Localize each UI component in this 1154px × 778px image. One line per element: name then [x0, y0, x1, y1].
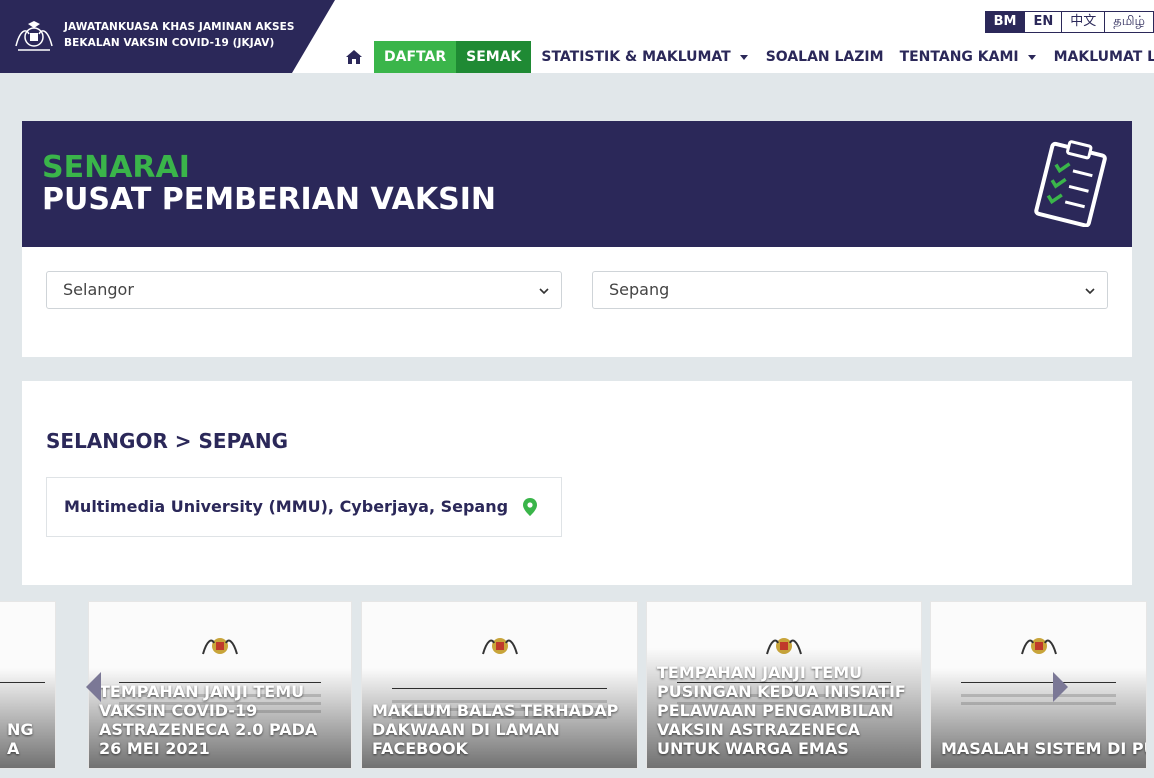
malaysia-crest-icon — [15, 21, 53, 51]
card-caption: TEMPAHAN JANJI TEMU VAKSIN COVID-19 ASTR… — [99, 682, 318, 758]
nav-soalan-lazim[interactable]: SOALAN LAZIM — [766, 49, 890, 65]
breadcrumb: SELANGOR > SEPANG — [46, 429, 289, 453]
nav-maklumat-label: MAKLUMAT LAIN — [1053, 49, 1154, 65]
location-name: Multimedia University (MMU), Cyberjaya, … — [64, 497, 509, 516]
home-icon — [346, 50, 362, 64]
card-caption: TEMPAHAN JANJI TEMU PUSINGAN KEDUA INISI… — [657, 663, 906, 758]
nav-tentang-label: TENTANG KAMI — [899, 49, 1019, 65]
daftar-button[interactable]: DAFTAR — [374, 41, 457, 73]
chevron-down-icon — [1085, 288, 1095, 295]
nav-statistik[interactable]: STATISTIK & MAKLUMAT — [541, 49, 755, 65]
card-caption: MAKLUM BALAS TERHADAP DAKWAAN DI LAMAN F… — [372, 701, 619, 758]
language-switcher: BM EN 中文 தமிழ் — [984, 11, 1154, 33]
brand-line-2: BEKALAN VAKSIN COVID-19 (JKJAV) — [64, 37, 275, 49]
lang-zh-button[interactable]: 中文 — [1062, 11, 1106, 33]
map-pin-icon[interactable] — [523, 498, 537, 516]
site-header: JAWATANKUASA KHAS JAMINAN AKSES BEKALAN … — [0, 0, 1154, 73]
carousel-prev-arrow-icon[interactable] — [86, 672, 101, 702]
chevron-down-icon — [539, 288, 549, 295]
lang-bm-button[interactable]: BM — [984, 11, 1026, 33]
caret-down-icon — [1027, 54, 1036, 60]
banner-title-pusat: PUSAT PEMBERIAN VAKSIN — [42, 182, 496, 217]
nav-statistik-label: STATISTIK & MAKLUMAT — [541, 49, 731, 65]
news-card[interactable]: TEMPAHAN JANJI TEMU PUSINGAN KEDUA INISI… — [646, 601, 922, 769]
district-select-value: Sepang — [609, 280, 670, 299]
card-caption: NG A — [7, 720, 34, 758]
caret-down-icon — [739, 54, 748, 60]
location-card[interactable]: Multimedia University (MMU), Cyberjaya, … — [46, 477, 562, 537]
news-card[interactable]: NG A — [0, 601, 56, 769]
lang-en-button[interactable]: EN — [1025, 11, 1063, 33]
results-panel: SELANGOR > SEPANG Multimedia University … — [22, 381, 1132, 585]
main-nav: DAFTAR SEMAK STATISTIK & MAKLUMAT SOALAN… — [342, 41, 1154, 73]
clipboard-checklist-icon — [1034, 140, 1107, 227]
nav-tentang-kami[interactable]: TENTANG KAMI — [900, 49, 1044, 65]
news-card[interactable]: MASALAH SISTEM DI PUSAT PEMBERIAN VAKSIN… — [930, 601, 1147, 769]
filter-panel: Selangor Sepang — [22, 247, 1132, 357]
news-card[interactable]: TEMPAHAN JANJI TEMU VAKSIN COVID-19 ASTR… — [88, 601, 352, 769]
brand-title: JAWATANKUASA KHAS JAMINAN AKSES BEKALAN … — [64, 19, 294, 51]
lang-ta-button[interactable]: தமிழ் — [1105, 11, 1154, 33]
state-select[interactable]: Selangor — [46, 271, 562, 309]
brand-line-1: JAWATANKUASA KHAS JAMINAN AKSES — [64, 21, 295, 33]
page-banner: SENARAI PUSAT PEMBERIAN VAKSIN — [22, 121, 1132, 247]
news-card[interactable]: MAKLUM BALAS TERHADAP DAKWAAN DI LAMAN F… — [361, 601, 638, 769]
carousel-next-arrow-icon[interactable] — [1053, 672, 1068, 702]
semak-button[interactable]: SEMAK — [456, 41, 532, 73]
state-select-value: Selangor — [63, 280, 134, 299]
news-carousel: NG A TEMPAHAN JANJI TEMU VAKSIN COVID-19… — [0, 600, 1154, 778]
card-caption: MASALAH SISTEM DI PUSAT PEMBERIAN VAKSIN… — [941, 739, 1146, 758]
malaysia-crest-icon — [202, 638, 238, 655]
brand-block[interactable]: JAWATANKUASA KHAS JAMINAN AKSES BEKALAN … — [0, 0, 335, 73]
nav-maklumat-lain[interactable]: MAKLUMAT LAIN — [1054, 49, 1154, 65]
nav-soalan-label: SOALAN LAZIM — [765, 49, 884, 65]
malaysia-crest-icon — [481, 638, 518, 655]
home-link[interactable] — [342, 41, 366, 73]
banner-title-senarai: SENARAI — [42, 150, 190, 185]
district-select[interactable]: Sepang — [592, 271, 1108, 309]
malaysia-crest-icon — [1020, 638, 1057, 655]
